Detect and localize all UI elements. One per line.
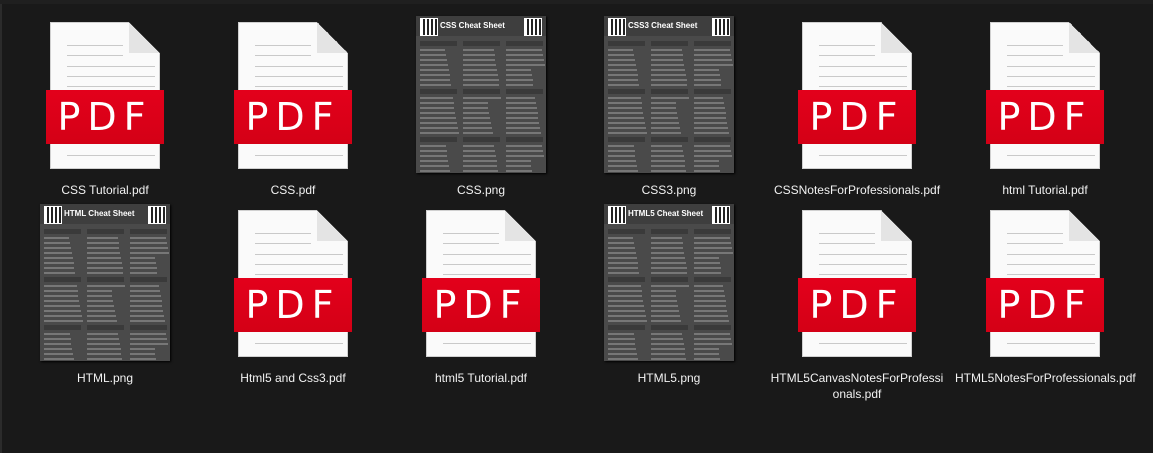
file-name-label[interactable]: Html5 and Css3.pdf xyxy=(203,370,383,386)
file-item[interactable]: PDF Html5 and Css3.pdf xyxy=(199,196,387,386)
pdf-badge: PDF xyxy=(234,278,352,332)
thumbnail-title: HTML5 Cheat Sheet xyxy=(628,209,704,218)
qr-code-icon xyxy=(148,206,166,224)
pdf-file-icon: PDF xyxy=(798,210,916,358)
file-item[interactable]: HTML5 Cheat Sheet HTML5.png xyxy=(575,196,763,386)
qr-code-icon xyxy=(608,18,626,36)
pdf-badge: PDF xyxy=(986,90,1104,144)
qr-code-icon xyxy=(608,206,626,224)
pdf-file-icon: PDF xyxy=(798,22,916,170)
file-item[interactable]: HTML Cheat Sheet HTML.png xyxy=(11,196,199,386)
qr-code-icon xyxy=(712,18,730,36)
qr-code-icon xyxy=(524,18,542,36)
file-item[interactable]: PDF HTML5CanvasNotesForProfessi onals.pdf xyxy=(763,196,951,401)
file-item[interactable]: PDF CSS Tutorial.pdf xyxy=(11,8,199,197)
image-thumbnail: HTML Cheat Sheet xyxy=(40,204,170,361)
qr-code-icon xyxy=(44,206,62,224)
image-thumbnail: HTML5 Cheat Sheet xyxy=(604,204,734,361)
file-name-label[interactable]: html5 Tutorial.pdf xyxy=(391,370,571,386)
thumbnail-title: HTML Cheat Sheet xyxy=(64,209,135,218)
file-name-label[interactable]: HTML5.png xyxy=(579,370,759,386)
pdf-badge: PDF xyxy=(986,278,1104,332)
qr-code-icon xyxy=(420,18,438,36)
file-item[interactable]: CSS3 Cheat Sheet CSS3.png xyxy=(575,8,763,197)
window-top-border xyxy=(0,0,1153,4)
qr-code-icon xyxy=(712,206,730,224)
pdf-file-icon: PDF xyxy=(986,210,1104,358)
file-name-label[interactable]: HTML.png xyxy=(15,370,195,386)
file-item[interactable]: PDF CSS.pdf xyxy=(199,8,387,197)
image-thumbnail: CSS Cheat Sheet xyxy=(416,16,546,173)
image-thumbnail: CSS3 Cheat Sheet xyxy=(604,16,734,173)
file-item[interactable]: PDF HTML5NotesForProfessionals.pdf xyxy=(951,196,1139,386)
pane-divider xyxy=(0,4,2,453)
file-name-label[interactable]: HTML5CanvasNotesForProfessi onals.pdf xyxy=(767,370,947,402)
file-item[interactable]: PDF CSSNotesForProfessionals.pdf xyxy=(763,8,951,197)
pdf-file-icon: PDF xyxy=(46,22,164,170)
file-name-label[interactable]: HTML5NotesForProfessionals.pdf xyxy=(955,370,1136,386)
pdf-badge: PDF xyxy=(422,278,540,332)
file-grid: PDF CSS Tutorial.pdf PDF CSS.pdf CSS Cheat… xyxy=(11,8,1139,401)
pdf-badge: PDF xyxy=(798,278,916,332)
file-item[interactable]: CSS Cheat Sheet CSS.png xyxy=(387,8,575,197)
pdf-badge: PDF xyxy=(234,90,352,144)
file-item[interactable]: PDF html5 Tutorial.pdf xyxy=(387,196,575,386)
thumbnail-title: CSS Cheat Sheet xyxy=(440,21,505,30)
pdf-file-icon: PDF xyxy=(234,22,352,170)
pdf-badge: PDF xyxy=(798,90,916,144)
pdf-badge: PDF xyxy=(46,90,164,144)
pdf-file-icon: PDF xyxy=(422,210,540,358)
file-item[interactable]: PDF html Tutorial.pdf xyxy=(951,8,1139,197)
pdf-file-icon: PDF xyxy=(234,210,352,358)
thumbnail-title: CSS3 Cheat Sheet xyxy=(628,21,698,30)
pdf-file-icon: PDF xyxy=(986,22,1104,170)
